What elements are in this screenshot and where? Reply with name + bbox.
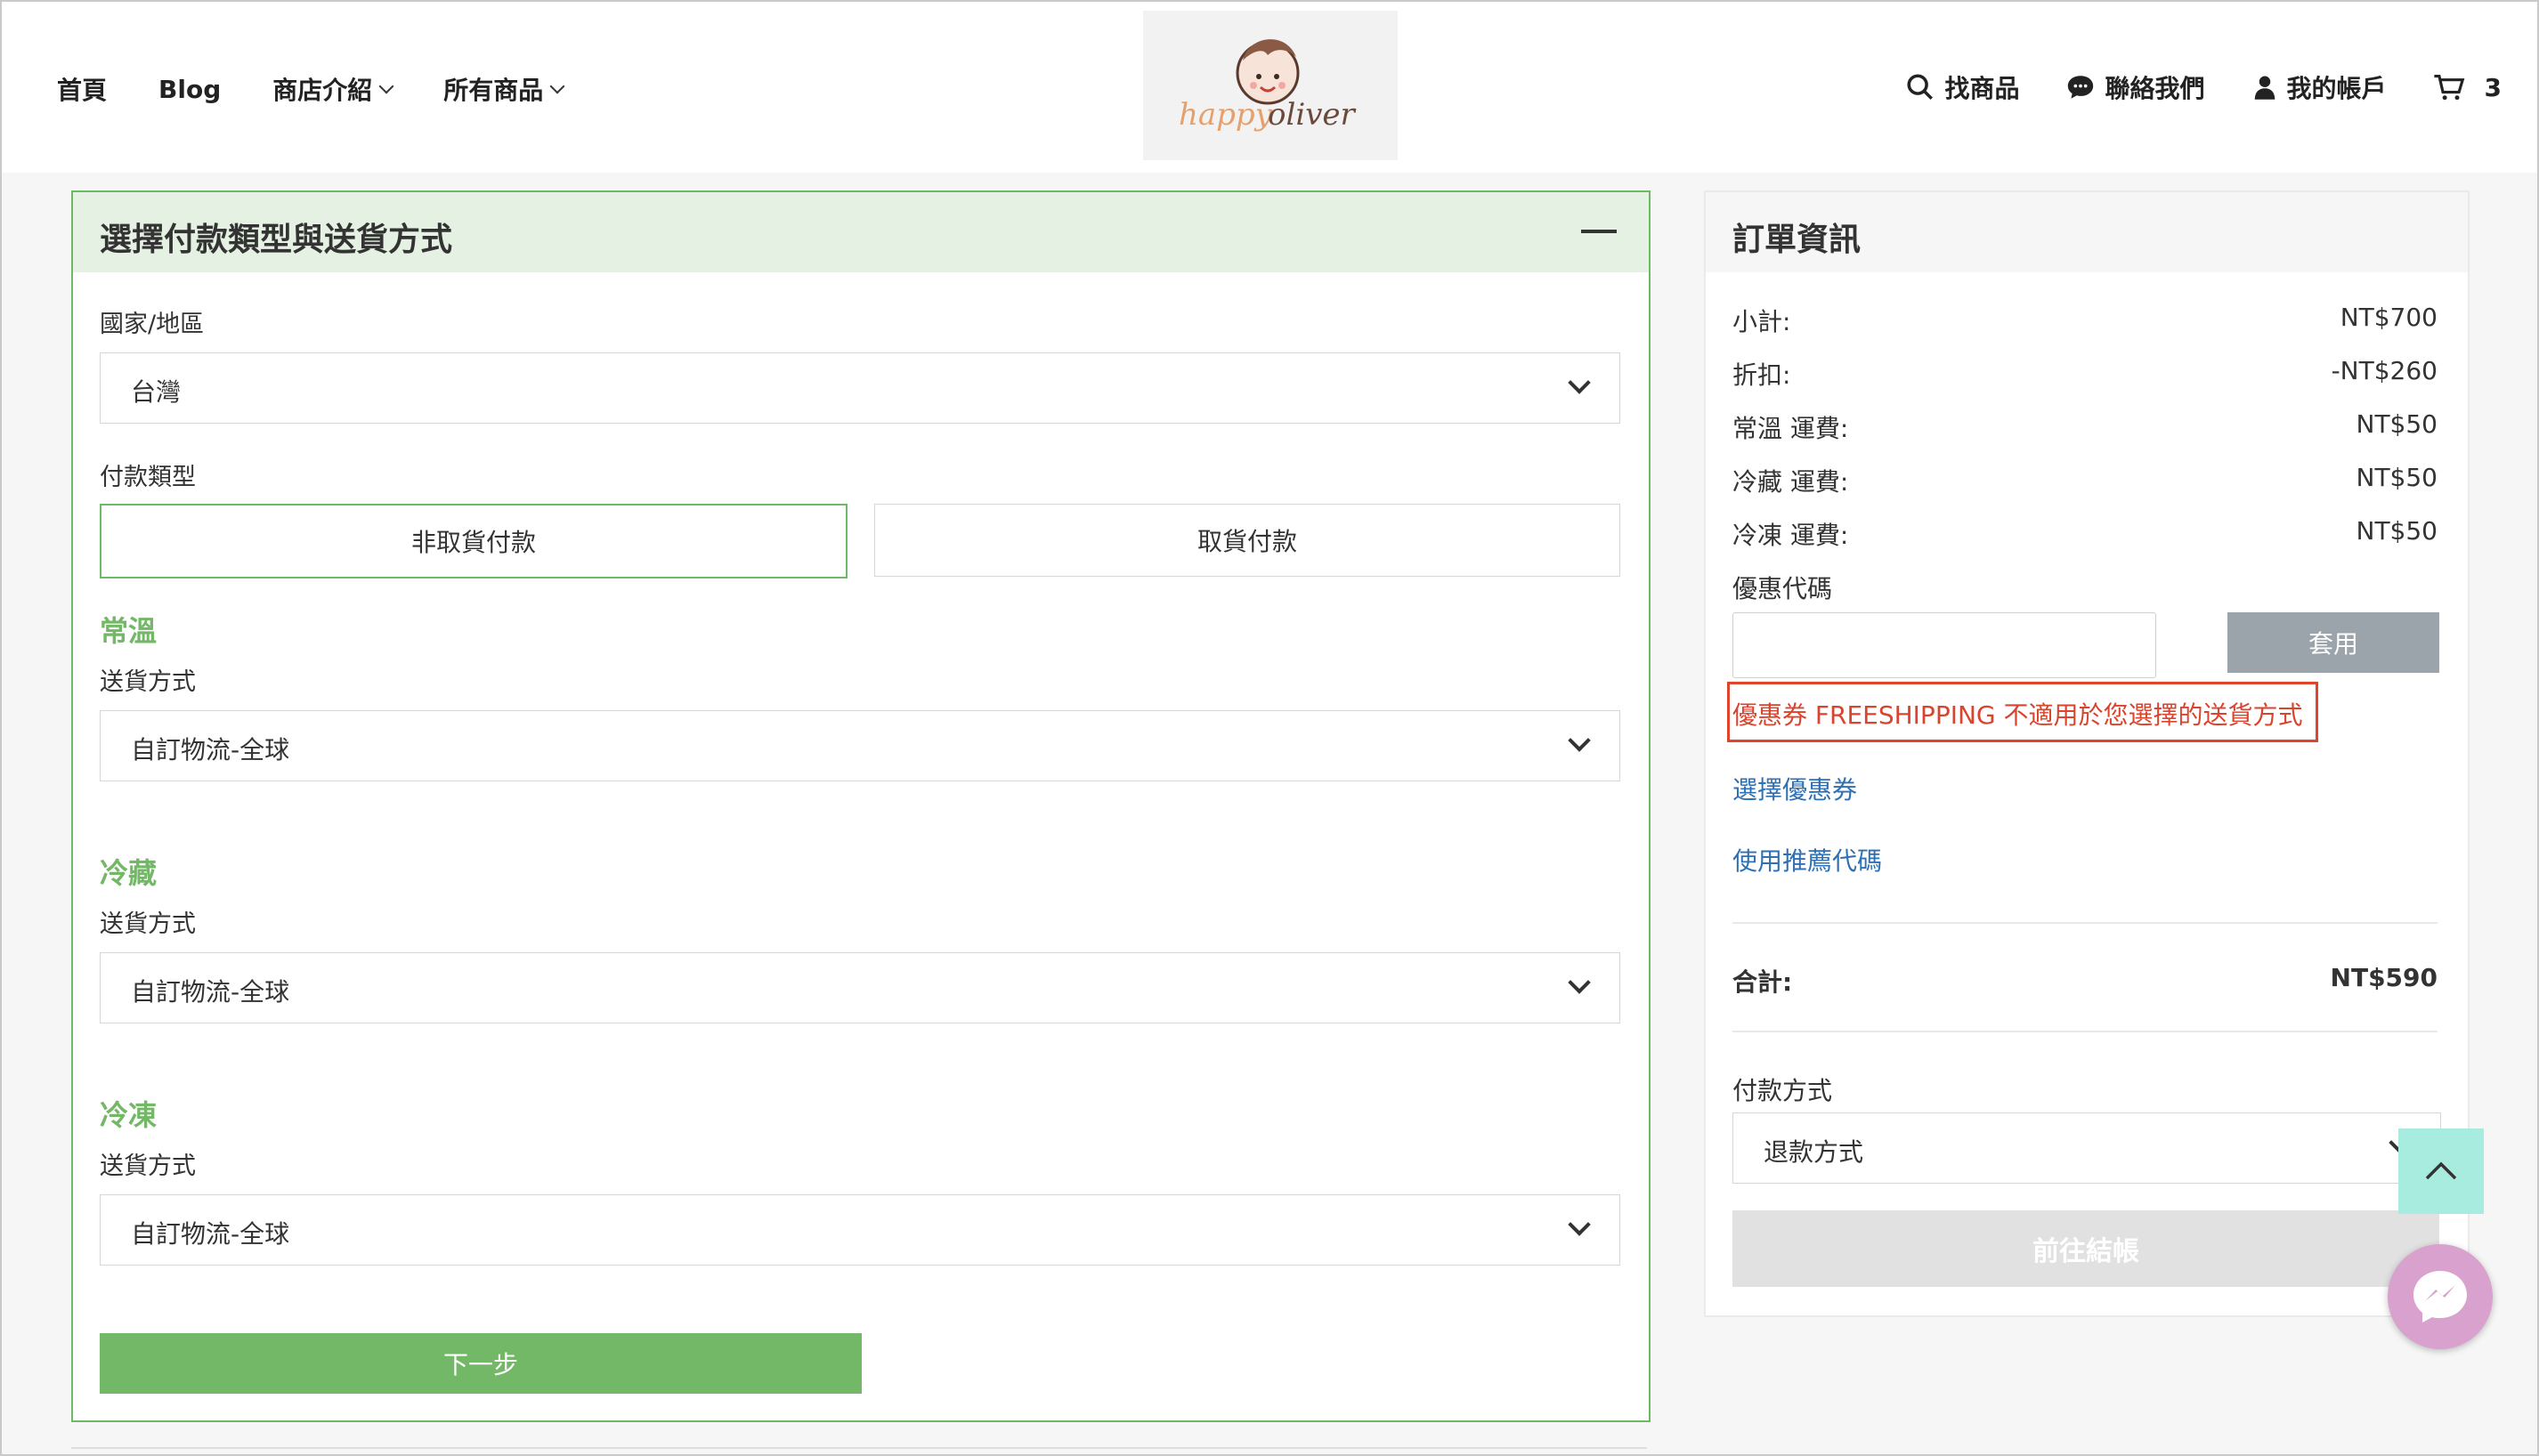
group-heading-frozen: 冷凍: [100, 1098, 158, 1132]
coupon-code-input[interactable]: [1732, 612, 2156, 678]
user-icon: [2254, 76, 2275, 100]
back-to-top-button[interactable]: [2398, 1128, 2484, 1214]
nav-store-intro[interactable]: 商店介紹: [272, 71, 394, 107]
site-header: 首頁 Blog 商店介紹 所有商品 happy oliver 找商品 聯絡我們: [2, 2, 2537, 173]
cart-icon: [2433, 74, 2464, 101]
group-heading-chilled: 冷藏: [100, 856, 158, 890]
divider: [1732, 922, 2438, 924]
nav-blog[interactable]: Blog: [158, 75, 221, 104]
checkout-button[interactable]: 前往結帳: [1732, 1210, 2439, 1287]
subtotal-row: 小計: NT$700: [1732, 303, 2438, 336]
cart-link[interactable]: 3: [2433, 72, 2502, 102]
account-link[interactable]: 我的帳戶: [2251, 69, 2387, 105]
shipping-select-ambient[interactable]: 自訂物流-全球: [100, 710, 1620, 781]
messenger-icon: [2413, 1271, 2467, 1323]
divider: [71, 1447, 1647, 1449]
shipping-method-label: 送貨方式: [100, 910, 196, 938]
non-cod-payment-option[interactable]: 非取貨付款: [100, 504, 848, 578]
payment-shipping-panel: 選擇付款類型與送貨方式 國家/地區 台灣 付款類型 非取貨付款 取貨付款 常溫 …: [71, 190, 1651, 1422]
payment-method-select[interactable]: 退款方式: [1732, 1112, 2441, 1184]
chevron-up-icon: [2425, 1161, 2457, 1180]
site-logo[interactable]: happy oliver: [1143, 11, 1398, 160]
shipping-fee-chilled-row: 冷藏 運費: NT$50: [1732, 463, 2438, 497]
country-label: 國家/地區: [100, 311, 205, 338]
search-icon: [1907, 74, 1934, 101]
apply-coupon-button[interactable]: 套用: [2227, 612, 2439, 673]
total-row: 合計: NT$590: [1732, 963, 2438, 997]
svg-text:oliver: oliver: [1268, 97, 1357, 133]
referral-code-link[interactable]: 使用推薦代碼: [1732, 842, 1882, 878]
coupon-error-message: 優惠券 FREESHIPPING 不適用於您選擇的送貨方式: [1732, 700, 2303, 730]
cart-count-badge: 3: [2484, 72, 2502, 102]
chevron-down-icon: [1568, 729, 1591, 752]
shipping-method-label: 送貨方式: [100, 1153, 196, 1180]
coupon-code-label: 優惠代碼: [1732, 574, 1833, 603]
search-link[interactable]: 找商品: [1905, 69, 2019, 105]
utility-nav: 找商品 聯絡我們 我的帳戶 3: [1859, 69, 2502, 105]
divider: [1732, 1031, 2438, 1032]
main-nav: 首頁 Blog 商店介紹 所有商品: [57, 71, 614, 107]
order-summary-panel: 訂單資訊 小計: NT$700 折扣: -NT$260 常溫 運費: NT$50 冷藏…: [1704, 190, 2470, 1317]
chevron-down-icon: [1568, 1213, 1591, 1236]
chevron-down-icon: [1568, 371, 1591, 394]
logo-image: happy oliver: [1179, 39, 1357, 133]
shipping-select-frozen[interactable]: 自訂物流-全球: [100, 1194, 1620, 1266]
cod-payment-option[interactable]: 取貨付款: [874, 504, 1620, 577]
chat-bubble-icon: [2068, 76, 2094, 99]
shipping-fee-ambient-row: 常溫 運費: NT$50: [1732, 409, 2438, 443]
shipping-method-label: 送貨方式: [100, 668, 196, 696]
chevron-down-icon: [378, 78, 394, 94]
next-step-button[interactable]: 下一步: [100, 1333, 862, 1394]
panel-title: 選擇付款類型與送貨方式: [100, 222, 453, 258]
chevron-down-icon: [549, 78, 565, 94]
shipping-select-chilled[interactable]: 自訂物流-全球: [100, 952, 1620, 1023]
contact-link[interactable]: 聯絡我們: [2065, 69, 2205, 105]
nav-home[interactable]: 首頁: [57, 71, 107, 107]
nav-all-products[interactable]: 所有商品: [443, 71, 565, 107]
shipping-fee-frozen-row: 冷凍 運費: NT$50: [1732, 516, 2438, 550]
group-heading-ambient: 常溫: [100, 614, 158, 648]
payment-type-label: 付款類型: [100, 464, 196, 491]
choose-coupon-link[interactable]: 選擇優惠券: [1732, 771, 1857, 806]
discount-row: 折扣: -NT$260: [1732, 356, 2438, 390]
payment-method-label: 付款方式: [1732, 1076, 1833, 1105]
collapse-icon[interactable]: [1581, 230, 1617, 233]
panel-header: 選擇付款類型與送貨方式: [73, 192, 1649, 272]
chevron-down-icon: [1568, 971, 1591, 994]
panel-header: 訂單資訊: [1706, 192, 2468, 272]
svg-text:happy: happy: [1179, 97, 1273, 133]
messenger-chat-button[interactable]: [2388, 1244, 2493, 1349]
country-select[interactable]: 台灣: [100, 352, 1620, 424]
panel-title: 訂單資訊: [1732, 222, 1862, 258]
